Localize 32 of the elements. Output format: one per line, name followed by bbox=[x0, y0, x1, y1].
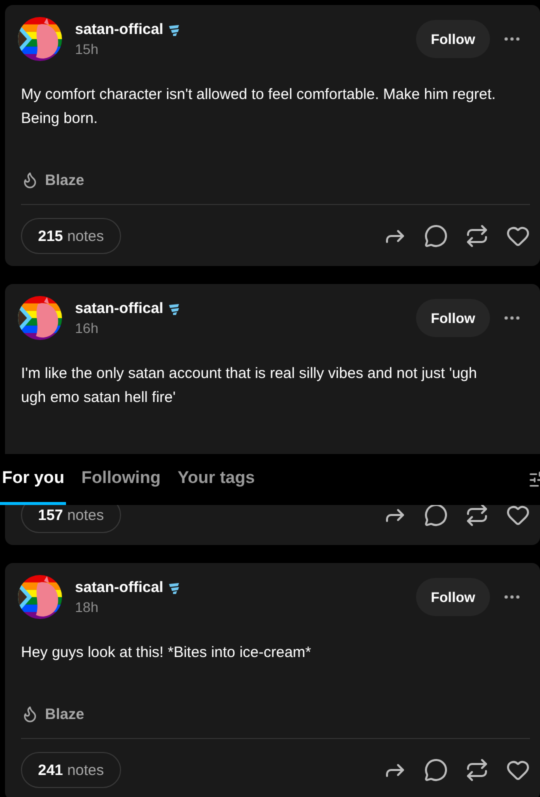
notes-button[interactable]: 215 notes bbox=[21, 218, 121, 254]
feed-tab[interactable]: For you bbox=[0, 454, 66, 505]
heart-icon[interactable] bbox=[506, 503, 530, 527]
username[interactable]: satan-offical bbox=[75, 579, 164, 596]
badge-icon bbox=[167, 580, 182, 594]
post-time: 18h bbox=[75, 599, 100, 615]
flame-icon bbox=[21, 705, 39, 723]
badge-icon bbox=[167, 302, 182, 316]
reblog-icon[interactable] bbox=[465, 758, 489, 782]
post-time: 16h bbox=[75, 320, 100, 336]
username[interactable]: satan-offical bbox=[75, 300, 164, 317]
heart-icon[interactable] bbox=[506, 758, 530, 782]
blaze-button[interactable]: Blaze bbox=[21, 171, 84, 189]
blaze-button[interactable]: Blaze bbox=[21, 705, 84, 723]
flame-icon bbox=[21, 171, 39, 189]
comment-icon[interactable] bbox=[424, 503, 448, 527]
follow-button[interactable]: Follow bbox=[416, 20, 490, 58]
post-text: My comfort character isn't allowed to feel comfortable. Make him regret. Being born. bbox=[21, 85, 497, 129]
notes-button[interactable]: 241 notes bbox=[21, 752, 121, 788]
reblog-icon[interactable] bbox=[465, 503, 489, 527]
badge-icon bbox=[167, 22, 182, 36]
follow-button[interactable]: Follow bbox=[416, 578, 490, 616]
post-text: Hey guys look at this! *Bites into ice-cream* bbox=[21, 643, 312, 663]
heart-icon[interactable] bbox=[506, 224, 530, 248]
comment-icon[interactable] bbox=[424, 224, 448, 248]
follow-button[interactable]: Follow bbox=[416, 299, 490, 337]
username[interactable]: satan-offical bbox=[75, 21, 164, 38]
feed-tab[interactable]: Your tags bbox=[176, 454, 257, 505]
reblog-icon[interactable] bbox=[465, 224, 489, 248]
comment-icon[interactable] bbox=[424, 758, 448, 782]
post-text: I'm like the only satan account that is real silly vibes and not just 'ugh ugh emo satan hell fire' bbox=[21, 364, 478, 408]
post-time: 15h bbox=[75, 41, 100, 57]
